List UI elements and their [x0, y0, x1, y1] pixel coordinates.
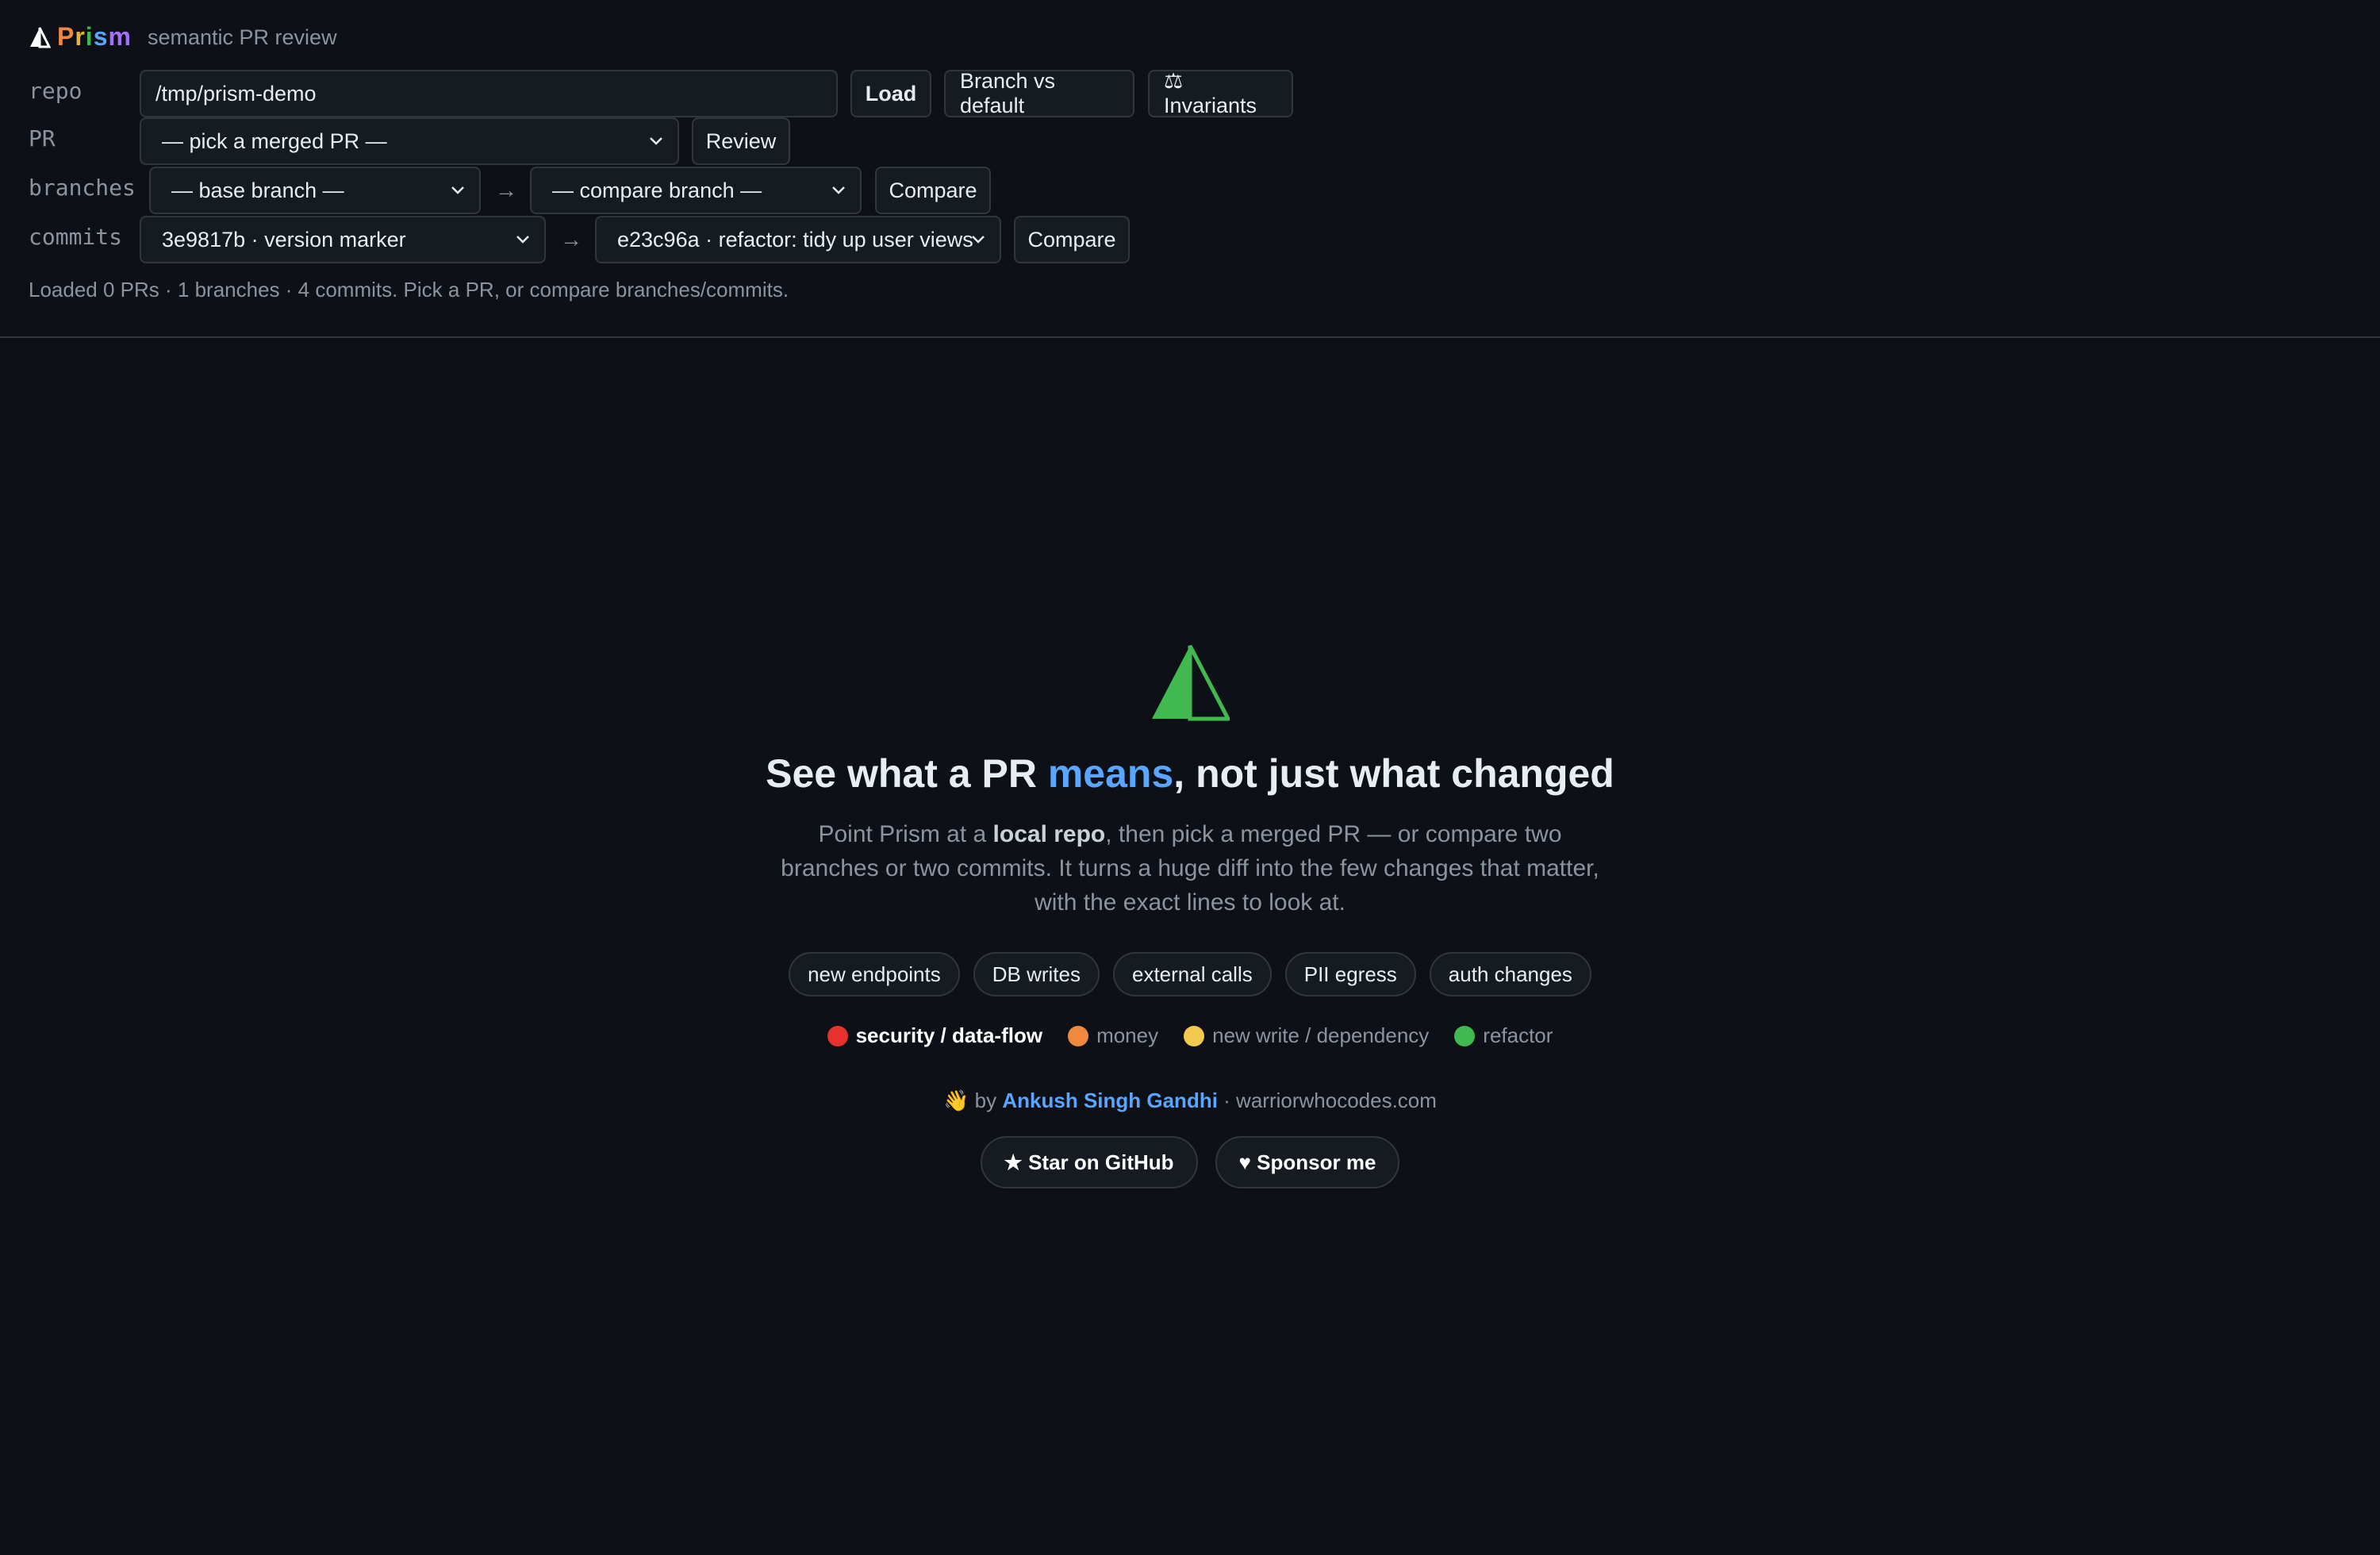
repo-path-input[interactable]: /tmp/prism-demo — [140, 70, 838, 117]
to-commit-select[interactable]: e23c96a · refactor: tidy up user views — [595, 216, 1001, 263]
chevron-down-icon — [832, 186, 845, 194]
site-text: · warriorwhocodes.com — [1223, 1088, 1437, 1112]
legend-new-write: new write / dependency — [1184, 1023, 1429, 1048]
orange-circle-icon — [1068, 1025, 1089, 1046]
from-commit-select[interactable]: 3e9817b · version marker — [140, 216, 546, 263]
compare-branch-value: — compare branch — — [552, 178, 762, 202]
status-text: Loaded 0 PRs · 1 branches · 4 commits. P… — [29, 278, 789, 301]
branch-vs-default-button[interactable]: Branch vs default — [944, 69, 1134, 117]
chip-auth-changes: auth changes — [1429, 952, 1591, 996]
pr-label: PR — [29, 125, 56, 152]
compare-branches-button[interactable]: Compare — [875, 167, 991, 214]
prism-logo-icon — [30, 26, 51, 48]
branches-label: branches — [29, 175, 136, 201]
chip-external-calls: external calls — [1113, 952, 1272, 996]
base-branch-select[interactable]: — base branch — — [149, 167, 481, 214]
base-branch-value: — base branch — — [171, 178, 344, 202]
commit-arrow: → — [560, 227, 582, 251]
yellow-circle-icon — [1184, 1025, 1205, 1046]
pr-select-value: — pick a merged PR — — [162, 129, 387, 153]
chevron-down-icon — [972, 236, 985, 244]
feature-chips: new endpoints DB writes external calls P… — [0, 952, 2380, 996]
to-commit-value: e23c96a · refactor: tidy up user views — [617, 227, 973, 251]
from-commit-value: 3e9817b · version marker — [162, 227, 406, 251]
legend-security: security / data-flow — [827, 1023, 1042, 1048]
star-on-github-button[interactable]: ★ Star on GitHub — [980, 1136, 1198, 1188]
chip-db-writes: DB writes — [973, 952, 1100, 996]
sponsor-button[interactable]: ♥ Sponsor me — [1215, 1136, 1400, 1188]
branch-arrow: → — [495, 178, 517, 202]
chip-new-endpoints: new endpoints — [789, 952, 960, 996]
repo-label: repo — [29, 78, 83, 104]
chip-pii-egress: PII egress — [1284, 952, 1416, 996]
headline-accent: means — [1047, 751, 1174, 796]
chevron-down-icon — [516, 236, 529, 244]
byline: 👋 by Ankush Singh Gandhi · warriorwhocod… — [943, 1088, 1437, 1112]
legend-money: money — [1068, 1023, 1158, 1048]
green-circle-icon — [1454, 1025, 1476, 1046]
commits-label: commits — [29, 224, 123, 250]
prism-logo-icon — [1152, 644, 1230, 721]
load-button[interactable]: Load — [850, 70, 931, 117]
pr-select[interactable]: — pick a merged PR — — [140, 117, 679, 165]
brand-name: Prism — [57, 22, 132, 51]
review-button[interactable]: Review — [692, 117, 790, 165]
brand: Prism — [29, 22, 132, 52]
cta-buttons: ★ Star on GitHub ♥ Sponsor me — [0, 1136, 2380, 1188]
compare-commits-button[interactable]: Compare — [1014, 216, 1130, 263]
invariants-button[interactable]: ⚖ Invariants — [1148, 69, 1293, 117]
toolbar-panel: Prism semantic PR review repo /tmp/prism… — [0, 0, 2380, 338]
chevron-down-icon — [451, 186, 464, 194]
hero-headline: See what a PR means, not just what chang… — [766, 751, 1614, 796]
author-link[interactable]: Ankush Singh Gandhi — [1002, 1088, 1218, 1112]
red-circle-icon — [827, 1025, 848, 1046]
legend-refactor: refactor — [1454, 1023, 1553, 1048]
hero-description: Point Prism at a local repo, then pick a… — [781, 821, 1599, 916]
severity-legend: security / data-flow money new write / d… — [0, 1023, 2380, 1048]
compare-branch-select[interactable]: — compare branch — — [530, 167, 862, 214]
wave-icon: 👋 — [943, 1088, 969, 1112]
chevron-down-icon — [650, 137, 662, 145]
tagline: semantic PR review — [148, 25, 337, 49]
